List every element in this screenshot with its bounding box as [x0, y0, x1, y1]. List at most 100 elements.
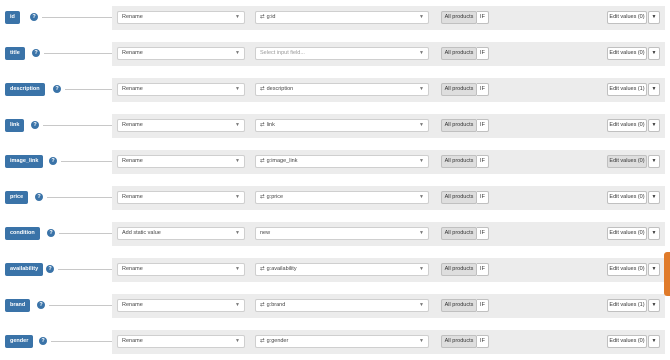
- help-icon[interactable]: ?: [47, 229, 55, 237]
- caret-down-icon: ▼: [651, 194, 657, 200]
- chevron-down-icon: ▼: [235, 122, 240, 128]
- row-options-dropdown[interactable]: ▼: [648, 263, 660, 276]
- all-products-button[interactable]: All products: [441, 11, 477, 24]
- edit-values-button[interactable]: Edit values (0): [607, 11, 647, 24]
- source-field-select[interactable]: ⇄ link ▼: [255, 119, 429, 132]
- if-condition-button[interactable]: IF: [477, 263, 489, 276]
- edit-values-button[interactable]: Edit values (0): [607, 227, 647, 240]
- shuffle-icon: ⇄: [260, 122, 265, 128]
- if-condition-button[interactable]: IF: [477, 47, 489, 60]
- source-field-value: g:id: [266, 14, 276, 20]
- all-products-button[interactable]: All products: [441, 47, 477, 60]
- row-options-dropdown[interactable]: ▼: [648, 83, 660, 96]
- source-field-select[interactable]: ⇄ g:brand ▼: [255, 299, 429, 312]
- mode-select[interactable]: Rename ▼: [117, 335, 245, 348]
- edit-values-button[interactable]: Edit values (0): [607, 191, 647, 204]
- help-icon[interactable]: ?: [30, 13, 38, 21]
- mode-select-value: Rename: [122, 86, 143, 92]
- row-options-dropdown[interactable]: ▼: [648, 155, 660, 168]
- mode-select[interactable]: Rename ▼: [117, 155, 245, 168]
- all-products-button[interactable]: All products: [441, 191, 477, 204]
- if-condition-button[interactable]: IF: [477, 335, 489, 348]
- edit-values-button[interactable]: Edit values (0): [607, 263, 647, 276]
- mapping-row: description? Rename ▼ ⇄ description ▼ All prod…: [0, 72, 670, 108]
- source-field-select[interactable]: ⇄ g:image_link ▼: [255, 155, 429, 168]
- source-field-select[interactable]: ⇄ description ▼: [255, 83, 429, 96]
- row-options-dropdown[interactable]: ▼: [648, 119, 660, 132]
- all-products-button[interactable]: All products: [441, 227, 477, 240]
- help-icon[interactable]: ?: [39, 337, 47, 345]
- caret-down-icon: ▼: [651, 302, 657, 308]
- source-field-value: new: [260, 230, 271, 236]
- source-field-select[interactable]: ⇄ g:price ▼: [255, 191, 429, 204]
- edit-values-button[interactable]: Edit values (0): [607, 47, 647, 60]
- row-options-dropdown[interactable]: ▼: [648, 335, 660, 348]
- if-condition-button[interactable]: IF: [477, 299, 489, 312]
- edit-values-button[interactable]: Edit values (0): [607, 155, 647, 168]
- if-condition-button[interactable]: IF: [477, 83, 489, 96]
- mode-select-value: Add static value: [122, 230, 161, 236]
- mode-select[interactable]: Rename ▼: [117, 299, 245, 312]
- if-condition-button[interactable]: IF: [477, 119, 489, 132]
- help-icon[interactable]: ?: [53, 85, 61, 93]
- row-options-dropdown[interactable]: ▼: [648, 11, 660, 24]
- caret-down-icon: ▼: [651, 266, 657, 272]
- if-condition-button[interactable]: IF: [477, 191, 489, 204]
- all-products-button[interactable]: All products: [441, 155, 477, 168]
- shuffle-icon: ⇄: [260, 266, 265, 272]
- mode-select[interactable]: Rename ▼: [117, 263, 245, 276]
- shuffle-icon: ⇄: [260, 158, 265, 164]
- chevron-down-icon: ▼: [235, 302, 240, 308]
- attribute-name-badge: condition: [5, 227, 40, 240]
- row-connector-line: [42, 17, 112, 18]
- all-products-button[interactable]: All products: [441, 119, 477, 132]
- mapping-row: link? Rename ▼ ⇄ link ▼ All products IF Edit val…: [0, 108, 670, 144]
- all-products-button[interactable]: All products: [441, 263, 477, 276]
- all-products-button[interactable]: All products: [441, 299, 477, 312]
- caret-down-icon: ▼: [651, 86, 657, 92]
- attribute-name-badge: link: [5, 119, 25, 132]
- if-condition-button[interactable]: IF: [477, 155, 489, 168]
- source-field-select[interactable]: ⇄ g:gender ▼: [255, 335, 429, 348]
- source-field-select[interactable]: ⇄ g:availability ▼: [255, 263, 429, 276]
- scroll-handle[interactable]: [664, 252, 670, 296]
- row-options-dropdown[interactable]: ▼: [648, 191, 660, 204]
- mode-select[interactable]: Rename ▼: [117, 83, 245, 96]
- help-icon[interactable]: ?: [35, 193, 43, 201]
- all-products-button[interactable]: All products: [441, 335, 477, 348]
- edit-values-button[interactable]: Edit values (1): [607, 83, 647, 96]
- mapping-row: image_link? Rename ▼ ⇄ g:image_link ▼ All prod…: [0, 144, 670, 180]
- source-field-value: g:brand: [266, 302, 286, 308]
- row-options-dropdown[interactable]: ▼: [648, 299, 660, 312]
- mode-select[interactable]: Add static value ▼: [117, 227, 245, 240]
- source-field-select[interactable]: ⇄ g:id ▼: [255, 11, 429, 24]
- attribute-name-badge: price: [5, 191, 29, 204]
- edit-values-button[interactable]: Edit values (0): [607, 119, 647, 132]
- mode-select[interactable]: Rename ▼: [117, 119, 245, 132]
- help-icon[interactable]: ?: [46, 265, 54, 273]
- help-icon[interactable]: ?: [37, 301, 45, 309]
- help-icon[interactable]: ?: [31, 121, 39, 129]
- if-condition-button[interactable]: IF: [477, 11, 489, 24]
- edit-values-button[interactable]: Edit values (0): [607, 335, 647, 348]
- row-options-dropdown[interactable]: ▼: [648, 47, 660, 60]
- mode-select-value: Rename: [122, 14, 143, 20]
- row-connector-line: [59, 233, 112, 234]
- mode-select[interactable]: Rename ▼: [117, 191, 245, 204]
- source-field-select[interactable]: new ▼: [255, 227, 429, 240]
- edit-values-button[interactable]: Edit values (1): [607, 299, 647, 312]
- if-condition-button[interactable]: IF: [477, 227, 489, 240]
- all-products-button[interactable]: All products: [441, 83, 477, 96]
- row-options-dropdown[interactable]: ▼: [648, 227, 660, 240]
- attribute-name-badge: title: [5, 47, 25, 60]
- help-icon[interactable]: ?: [49, 157, 57, 165]
- mode-select[interactable]: Rename ▼: [117, 11, 245, 24]
- chevron-down-icon: ▼: [235, 86, 240, 92]
- source-field-value: g:availability: [266, 266, 297, 272]
- row-connector-line: [61, 161, 112, 162]
- caret-down-icon: ▼: [651, 122, 657, 128]
- help-icon[interactable]: ?: [32, 49, 40, 57]
- mode-select[interactable]: Rename ▼: [117, 47, 245, 60]
- source-field-select[interactable]: Select input field... ▼: [255, 47, 429, 60]
- row-connector-line: [43, 125, 112, 126]
